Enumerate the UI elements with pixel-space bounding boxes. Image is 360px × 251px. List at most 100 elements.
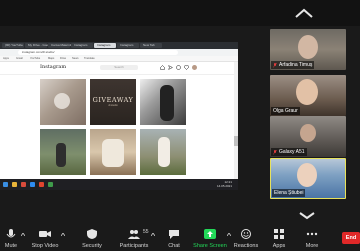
chat-label: Chat	[168, 243, 180, 249]
heart-icon[interactable]	[184, 65, 189, 70]
participant-video	[298, 35, 318, 59]
windows-taskbar: 12:21 14.05.2021	[0, 179, 238, 190]
post-image	[102, 139, 124, 167]
browser-tab[interactable]: (90) YouTube	[2, 43, 24, 48]
microphone-icon	[6, 229, 16, 238]
mic-muted-icon	[273, 149, 277, 155]
participant-name: Galaxy A51	[279, 149, 305, 155]
zoom-app-icon[interactable]	[30, 182, 35, 187]
smiley-icon	[241, 229, 251, 239]
bookmark-item[interactable]: Translate	[84, 56, 95, 61]
home-icon[interactable]	[160, 65, 165, 70]
chrome-icon[interactable]	[39, 182, 44, 187]
browser-tab[interactable]: New Tab	[140, 43, 162, 48]
apps-label: Apps	[272, 243, 286, 249]
participants-label: Participants	[119, 243, 149, 249]
browser-tab[interactable]: Instagram	[71, 43, 93, 48]
instagram-post[interactable]	[40, 129, 86, 175]
app-icon[interactable]	[48, 182, 53, 187]
instagram-header: Instagram Search	[0, 62, 238, 75]
instagram-post[interactable]	[90, 129, 136, 175]
search-input[interactable]: Search	[100, 65, 138, 70]
more-button[interactable]: More	[300, 226, 324, 251]
mute-button[interactable]: Mute	[0, 226, 22, 251]
apps-grid-icon	[274, 229, 284, 239]
stop-video-label: Stop Video	[31, 243, 59, 249]
reactions-button[interactable]: Reactions	[232, 226, 260, 251]
participant-name: Olga Graur	[273, 108, 298, 114]
security-button[interactable]: Security	[78, 226, 106, 251]
windows-start-icon[interactable]	[3, 182, 8, 187]
explore-icon[interactable]	[176, 65, 181, 70]
scrollbar[interactable]	[234, 62, 238, 182]
shield-icon	[87, 229, 97, 239]
meeting-toolbar: Mute Stop Video Security 55 Participants…	[0, 226, 360, 251]
url-field[interactable]: instagram.com/dl.studio/	[18, 50, 178, 55]
chevron-up-icon[interactable]	[61, 233, 65, 236]
post-image	[54, 93, 70, 109]
apps-button[interactable]: Apps	[268, 226, 290, 251]
participant-video	[297, 163, 317, 187]
participant-video	[296, 79, 318, 105]
chevron-up-icon[interactable]	[227, 233, 231, 236]
participant-tile[interactable]: Galaxy A51	[270, 116, 346, 157]
direct-message-icon[interactable]	[168, 65, 173, 70]
clock-date: 14.05.2021	[216, 184, 232, 188]
chevron-down-icon[interactable]	[298, 211, 316, 220]
instagram-post[interactable]: GIVEAWAY dl.studio	[90, 79, 136, 125]
chevron-up-icon[interactable]	[21, 233, 25, 236]
participant-name-bar: Galaxy A51	[271, 148, 307, 156]
address-bar: instagram.com/dl.studio/	[0, 49, 238, 56]
scrollbar-thumb[interactable]	[234, 136, 238, 146]
participants-count: 55	[143, 229, 149, 235]
security-label: Security	[82, 243, 102, 249]
tab-title: Instagram	[97, 43, 111, 47]
browser-tab[interactable]: My Drive - Google	[25, 43, 50, 48]
mute-label: Mute	[4, 243, 18, 249]
ellipsis-icon	[306, 232, 318, 236]
bookmark-item[interactable]: YouTube	[30, 56, 40, 61]
bookmark-item[interactable]: Maps	[48, 56, 54, 61]
system-clock[interactable]: 12:21 14.05.2021	[206, 180, 232, 188]
browser-tab-strip: (90) YouTube My Drive - Google Canva Mat…	[0, 42, 238, 49]
post-image	[56, 143, 66, 167]
avatar[interactable]	[192, 65, 197, 70]
participants-button[interactable]: 55 Participants	[116, 226, 152, 251]
post-image	[158, 137, 170, 167]
bookmark-item[interactable]: News	[72, 56, 79, 61]
stop-video-button[interactable]: Stop Video	[28, 226, 62, 251]
instagram-post[interactable]	[40, 79, 86, 125]
participant-tile[interactable]: Olga Graur	[270, 75, 346, 116]
app-icon[interactable]	[21, 182, 26, 187]
browser-tab[interactable]: Instagram	[117, 43, 139, 48]
instagram-post[interactable]	[140, 79, 186, 125]
end-meeting-button[interactable]: End	[342, 232, 360, 244]
tab-title: New Tab	[143, 43, 155, 47]
participant-name: Arfadina Timuș	[279, 62, 313, 68]
chevron-up-icon[interactable]	[294, 7, 314, 19]
post-image	[160, 85, 174, 121]
bookmark-item[interactable]: Gmail	[16, 56, 23, 61]
mic-muted-icon	[273, 62, 277, 68]
tab-title: My Drive - Google	[28, 43, 50, 47]
participant-tile[interactable]: Arfadina Timuș	[270, 29, 346, 70]
share-screen-button[interactable]: Share Screen	[192, 226, 228, 251]
instagram-post[interactable]	[140, 129, 186, 175]
share-screen-icon	[204, 229, 216, 239]
share-screen-label: Share Screen	[193, 243, 227, 249]
chat-button[interactable]: Chat	[162, 226, 186, 251]
chevron-up-icon[interactable]	[151, 233, 155, 236]
instagram-logo[interactable]: Instagram	[40, 64, 66, 70]
video-camera-icon	[39, 231, 51, 237]
file-explorer-icon[interactable]	[12, 182, 17, 187]
reactions-label: Reactions	[233, 243, 259, 249]
bookmark-item[interactable]: Drive	[60, 56, 66, 61]
participants-icon	[128, 230, 140, 239]
browser-tab-active[interactable]: Instagram	[94, 43, 116, 48]
meeting-top-bar	[0, 0, 360, 26]
chat-bubble-icon	[169, 230, 179, 239]
participant-tile-active-speaker[interactable]: Elena Știubei	[270, 158, 346, 199]
browser-tab[interactable]: Canva Maternity	[48, 43, 73, 48]
bookmark-item[interactable]: Apps	[3, 56, 9, 61]
shared-screen: (90) YouTube My Drive - Google Canva Mat…	[0, 42, 238, 190]
